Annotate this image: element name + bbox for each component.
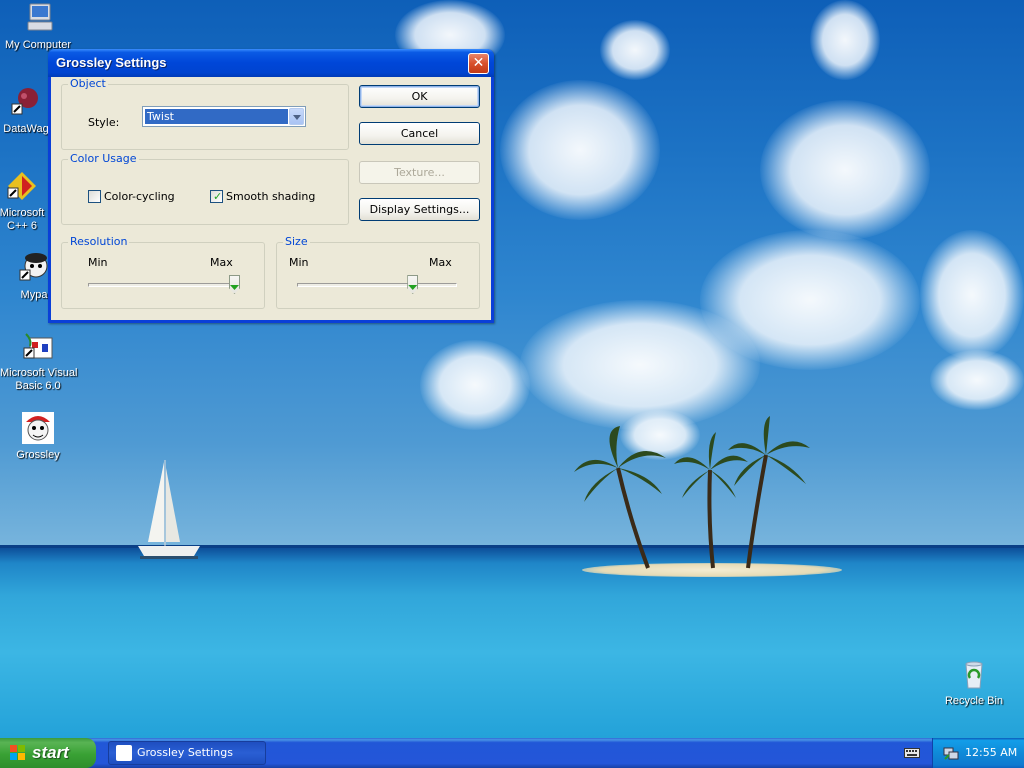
desktop-icon-label: Grossley [16,449,60,461]
size-slider-thumb[interactable] [407,275,419,294]
close-button[interactable]: ✕ [468,53,489,74]
sailboat [138,460,200,559]
cancel-button[interactable]: Cancel [359,122,480,145]
palm-trees [574,416,810,569]
system-tray: 12:55 AM [932,738,1024,768]
smooth-shading-label[interactable]: Smooth shading [226,190,315,203]
network-icon[interactable] [943,745,959,761]
desktop-icon-my-computer[interactable]: My Computer [0,2,76,52]
visual-basic-icon [23,333,53,359]
title-bar[interactable]: Grossley Settings ✕ [48,49,494,77]
start-label: start [32,743,69,762]
grossley-icon [22,412,54,444]
keyboard-icon[interactable] [904,746,920,760]
grossley-settings-dialog: Grossley Settings ✕ Object Style: Twist … [48,49,494,323]
close-icon: ✕ [472,55,485,71]
wallpaper-cloud [760,100,930,240]
wallpaper-cloud [920,230,1024,360]
chevron-down-icon[interactable] [289,108,304,125]
start-button[interactable]: start [0,738,96,768]
desktop: My Computer DataWag Microsoft C++ 6 Mypa [0,0,1024,738]
style-label: Style: [88,116,120,129]
color-usage-group-title: Color Usage [68,152,139,165]
size-slider-track[interactable] [297,283,457,287]
datawag-icon [11,88,38,115]
object-group-title: Object [68,77,108,90]
desktop-icon-label: Recycle Bin [944,695,1004,707]
resolution-slider-thumb[interactable] [229,275,240,294]
taskbar-button-label: Grossley Settings [137,746,233,759]
taskbar-button-grossley-settings[interactable]: Grossley Settings [108,741,266,765]
desktop-icon-grossley[interactable]: Grossley [0,412,76,462]
display-settings-button[interactable]: Display Settings... [359,198,480,221]
color-cycling-checkbox[interactable] [88,190,101,203]
resolution-group-title: Resolution [68,235,130,248]
visual-cpp-icon [7,172,36,200]
wallpaper-cloud [600,20,670,80]
resolution-min-label: Min [88,256,108,269]
taskbar: start Grossley Settings 12:55 AM [0,738,1024,768]
dialog-client-area: Object Style: Twist Color Usage Color-cy… [51,77,491,320]
resolution-slider-track[interactable] [88,283,240,287]
size-group-title: Size [283,235,310,248]
checkmark-icon: ✓ [213,190,223,203]
wallpaper-cloud [420,340,530,430]
ok-button[interactable]: OK [359,85,480,108]
grossley-icon [116,745,132,761]
size-max-label: Max [429,256,452,269]
windows-flag-icon [10,745,25,760]
wallpaper-cloud [930,350,1024,410]
desktop-icon-visual-basic[interactable]: Microsoft Visual Basic 6.0 [0,330,78,393]
desktop-icon-label: Microsoft Visual Basic 6.0 [0,367,78,392]
style-dropdown-value: Twist [145,109,288,124]
resolution-max-label: Max [210,256,233,269]
computer-icon [27,3,53,31]
desktop-icon-recycle-bin[interactable]: Recycle Bin [936,658,1012,708]
size-min-label: Min [289,256,309,269]
mypa-icon [19,253,48,281]
style-dropdown[interactable]: Twist [142,106,306,127]
wallpaper-cloud [810,0,880,80]
wallpaper-cloud [500,80,660,220]
resolution-group: Resolution Min Max [61,235,265,309]
clock: 12:55 AM [965,746,1018,759]
color-cycling-label[interactable]: Color-cycling [104,190,175,203]
texture-button[interactable]: Texture... [359,161,480,184]
dialog-title: Grossley Settings [56,55,167,70]
object-group: Object Style: Twist [61,77,349,150]
smooth-shading-checkbox[interactable]: ✓ [210,190,223,203]
size-group: Size Min Max [276,235,480,309]
recycle-bin-icon [965,661,983,689]
sea [0,548,1024,738]
color-usage-group: Color Usage Color-cycling ✓ Smooth shadi… [61,152,349,225]
